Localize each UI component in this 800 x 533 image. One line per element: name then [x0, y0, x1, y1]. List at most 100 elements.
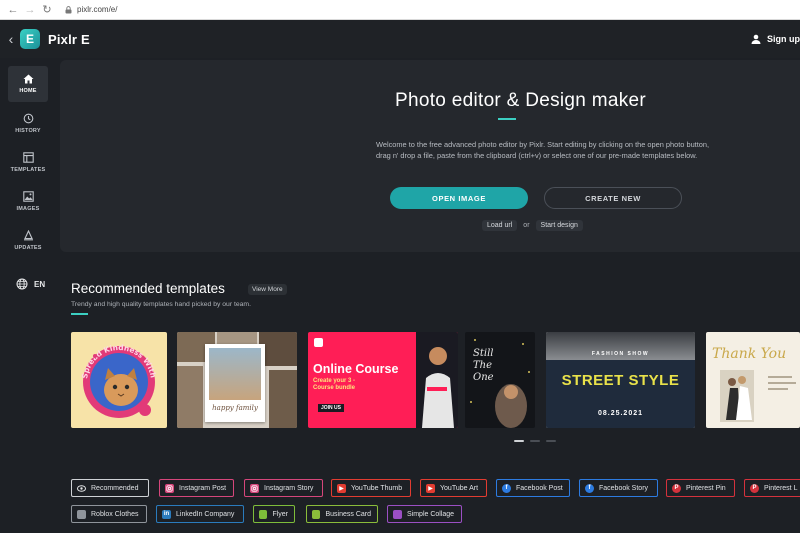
template-card-still-the-one[interactable]: Still The One [465, 332, 535, 428]
instagram-icon [250, 483, 259, 493]
back-chevron-icon[interactable]: ‹ [4, 31, 18, 47]
app-title: Pixlr E [48, 31, 90, 47]
facebook-icon: f [502, 483, 511, 493]
template-card-online-course[interactable]: Online Course Create your 3 - Course bun… [308, 332, 458, 428]
hero-panel: Photo editor & Design maker Welcome to t… [60, 60, 800, 252]
instagram-icon [165, 483, 174, 493]
load-url-link[interactable]: Load url [482, 220, 518, 231]
category-chip[interactable]: Roblox Clothes [71, 505, 147, 523]
course-photo [416, 332, 458, 428]
home-icon [23, 74, 33, 84]
category-chip[interactable]: ▶ YouTube Thumb [331, 479, 411, 497]
category-chip[interactable]: Flyer [253, 505, 295, 523]
family-caption: happy family [212, 404, 258, 412]
family-polaroid: happy family [205, 344, 265, 422]
business-card-icon [312, 509, 321, 519]
template-card-thank-you[interactable]: Thank You [706, 332, 800, 428]
template-card-kindness[interactable]: Spread Kindness With Love [71, 332, 167, 428]
street-date: 08.25.2021 [597, 410, 644, 417]
category-chip[interactable]: Recommended [71, 479, 149, 497]
sidebar-item-history[interactable]: HISTORY [8, 105, 48, 141]
still-title: Still The One [473, 348, 494, 383]
logo-letter: E [25, 32, 34, 46]
view-more-button[interactable]: View More [248, 284, 287, 295]
category-chip-label: LinkedIn Company [176, 510, 235, 518]
carousel-dot-3[interactable] [546, 440, 556, 442]
sidebar: HOME HISTORY TEMPLATES IMAGES UPDATES EN [0, 58, 56, 533]
sidebar-item-templates[interactable]: TEMPLATES [8, 144, 48, 180]
category-chip-label: Facebook Post [516, 484, 563, 492]
category-chip-label: Pinterest L [764, 484, 798, 492]
category-chip-label: Roblox Clothes [91, 510, 139, 518]
category-chip-label: Business Card [325, 510, 371, 518]
kindness-artwork: Spread Kindness With Love [71, 332, 158, 418]
roblox-icon [77, 509, 86, 519]
carousel-dot-1[interactable] [514, 440, 524, 442]
category-chip[interactable]: Instagram Story [244, 479, 323, 497]
family-polaroid-photo [209, 348, 261, 400]
recommended-subtitle: Trendy and high quality templates hand p… [71, 301, 251, 308]
pixlr-logo[interactable]: E [20, 29, 40, 49]
street-band [546, 360, 695, 428]
language-label: EN [34, 279, 46, 289]
pinterest-icon: P [672, 483, 681, 493]
sidebar-label-history: HISTORY [15, 127, 41, 134]
template-card-street-style[interactable]: FASHION SHOW STREET STYLE 08.25.2021 [546, 332, 695, 428]
images-icon [22, 190, 34, 202]
category-chip-label: Flyer [272, 510, 288, 518]
course-title: Online Course [313, 362, 399, 376]
app-header: ‹ E Pixlr E Sign up [0, 20, 800, 58]
category-chip[interactable]: P Pinterest L [744, 479, 800, 497]
recommended-underline [71, 313, 88, 315]
template-card-family[interactable]: happy family [177, 332, 297, 428]
family-photo-4 [177, 366, 203, 428]
sidebar-label-images: IMAGES [16, 205, 40, 212]
sidebar-label-templates: TEMPLATES [10, 166, 46, 173]
browser-bar: ← → ↻ pixlr.com/e/ [0, 0, 800, 20]
category-chip-label: Facebook Story [599, 484, 649, 492]
browser-forward-icon[interactable]: → [23, 3, 37, 17]
category-chip[interactable]: P Pinterest Pin [666, 479, 735, 497]
linkedin-icon: in [162, 509, 171, 519]
browser-back-icon[interactable]: ← [6, 3, 20, 17]
category-chip[interactable]: in LinkedIn Company [156, 505, 244, 523]
category-chip[interactable]: Instagram Post [159, 479, 234, 497]
open-image-button[interactable]: OPEN IMAGE [390, 187, 528, 209]
category-chip-label: Simple Collage [407, 510, 455, 518]
category-chip[interactable]: Business Card [306, 505, 378, 523]
course-person-artwork [422, 347, 454, 428]
hero-description: Welcome to the free advanced photo edito… [376, 140, 710, 160]
create-new-button[interactable]: CREATE NEW [544, 187, 682, 209]
category-chip-label: YouTube Art [440, 484, 479, 492]
sidebar-item-updates[interactable]: UPDATES [8, 222, 48, 258]
thank-you-artwork [720, 370, 796, 422]
signup-button[interactable]: Sign up [751, 20, 800, 58]
templates-icon [22, 151, 34, 163]
category-chip[interactable]: ▶ YouTube Art [420, 479, 487, 497]
url-text: pixlr.com/e/ [77, 5, 118, 14]
start-design-link[interactable]: Start design [535, 220, 583, 231]
category-chip-label: YouTube Thumb [351, 484, 403, 492]
address-bar[interactable]: pixlr.com/e/ [65, 5, 117, 14]
history-icon [23, 113, 33, 123]
recommended-title: Recommended templates [71, 281, 225, 296]
course-join-button: JOIN US [318, 404, 345, 412]
facebook-icon: f [585, 483, 594, 493]
category-chip[interactable]: f Facebook Post [496, 479, 570, 497]
or-text: or [523, 222, 530, 229]
course-logo-icon [314, 338, 323, 347]
category-chip-label: Instagram Post [179, 484, 227, 492]
sidebar-item-home[interactable]: HOME [8, 66, 48, 102]
category-chip[interactable]: Simple Collage [387, 505, 462, 523]
carousel-dot-2[interactable] [530, 440, 540, 442]
browser-reload-icon[interactable]: ↻ [40, 3, 54, 17]
flyer-icon [259, 509, 268, 519]
youtube-icon: ▶ [426, 483, 435, 493]
category-chip-label: Pinterest Pin [686, 484, 726, 492]
language-selector[interactable]: EN [16, 278, 56, 290]
category-chip[interactable]: f Facebook Story [579, 479, 658, 497]
sidebar-item-images[interactable]: IMAGES [8, 183, 48, 219]
sidebar-label-updates: UPDATES [14, 244, 42, 251]
course-subtitle: Create your 3 - Course bundle [313, 378, 356, 391]
street-title: STREET STYLE [561, 372, 680, 389]
